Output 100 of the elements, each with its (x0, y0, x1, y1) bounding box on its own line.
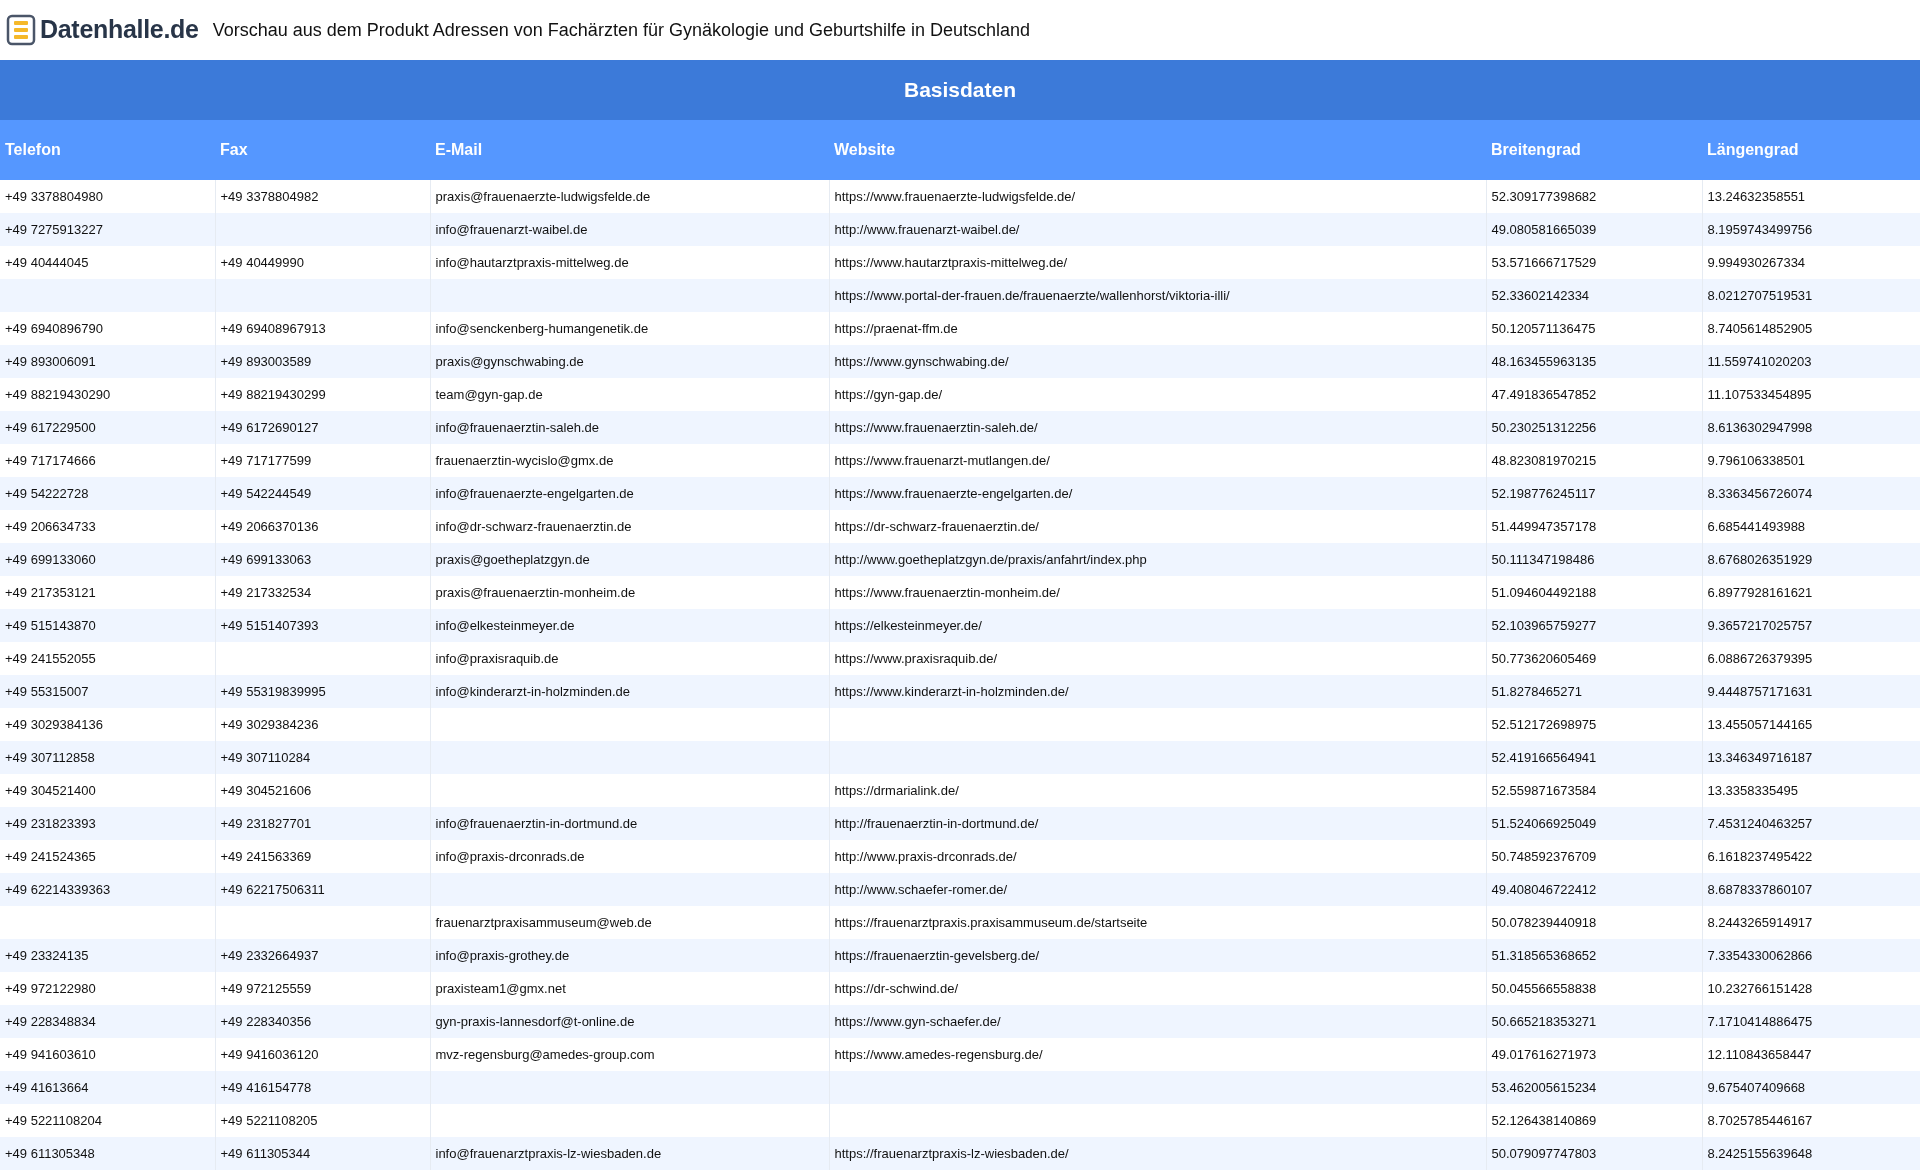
table-cell: 8.1959743499756 (1702, 213, 1920, 246)
table-cell: +49 2332664937 (215, 939, 430, 972)
table-cell: 52.198776245117 (1486, 477, 1702, 510)
table-cell: 8.3363456726074 (1702, 477, 1920, 510)
table-cell: +49 307110284 (215, 741, 430, 774)
table-cell: 51.8278465271 (1486, 675, 1702, 708)
table-cell: +49 893003589 (215, 345, 430, 378)
table-cell: +49 55319839995 (215, 675, 430, 708)
table-cell: praxis@goetheplatzgyn.de (430, 543, 829, 576)
column-header: Telefon (0, 120, 215, 180)
table-cell: +49 3378804980 (0, 180, 215, 213)
table-cell: info@frauenaerztin-in-dortmund.de (430, 807, 829, 840)
table-cell: 9.3657217025757 (1702, 609, 1920, 642)
table-cell: info@frauenarztpraxis-lz-wiesbaden.de (430, 1137, 829, 1170)
table-cell: 52.33602142334 (1486, 279, 1702, 312)
table-cell: 53.462005615234 (1486, 1071, 1702, 1104)
table-cell: +49 611305344 (215, 1137, 430, 1170)
table-cell: +49 88219430290 (0, 378, 215, 411)
table-cell: 7.1710414886475 (1702, 1005, 1920, 1038)
table-cell: https://frauenarztpraxis-lz-wiesbaden.de/ (829, 1137, 1486, 1170)
table-cell: https://frauenaerztin-gevelsberg.de/ (829, 939, 1486, 972)
table-cell: 50.079097747803 (1486, 1137, 1702, 1170)
table-cell: https://www.portal-der-frauen.de/frauenaerzte/wallenhorst/viktoria-illi/ (829, 279, 1486, 312)
table-cell: +49 304521400 (0, 774, 215, 807)
table-cell: +49 6940896790 (0, 312, 215, 345)
table-cell: 48.163455963135 (1486, 345, 1702, 378)
table-cell: +49 972122980 (0, 972, 215, 1005)
table-cell: 8.6878337860107 (1702, 873, 1920, 906)
logo-text: Datenhalle.de (40, 14, 199, 46)
table-cell: +49 611305348 (0, 1137, 215, 1170)
group-header: Basisdaten (0, 60, 1920, 120)
table-cell: https://elkesteinmeyer.de/ (829, 609, 1486, 642)
table-cell: info@kinderarzt-in-holzminden.de (430, 675, 829, 708)
table-cell: +49 941603610 (0, 1038, 215, 1071)
table-cell: 7.3354330062866 (1702, 939, 1920, 972)
table-cell: https://www.gyn-schaefer.de/ (829, 1005, 1486, 1038)
table-cell: +49 217353121 (0, 576, 215, 609)
table-cell: +49 515143870 (0, 609, 215, 642)
table-cell: +49 416154778 (215, 1071, 430, 1104)
table-cell: info@frauenaerztin-saleh.de (430, 411, 829, 444)
table-cell: +49 542244549 (215, 477, 430, 510)
table-cell: +49 699133063 (215, 543, 430, 576)
table-cell: 50.111347198486 (1486, 543, 1702, 576)
table-cell: +49 717174666 (0, 444, 215, 477)
column-header: Website (829, 120, 1486, 180)
table-cell: +49 62217506311 (215, 873, 430, 906)
table-cell: +49 5151407393 (215, 609, 430, 642)
logo-icon (6, 14, 36, 46)
table-cell: https://www.frauenaerztin-saleh.de/ (829, 411, 1486, 444)
table-cell: https://www.kinderarzt-in-holzminden.de/ (829, 675, 1486, 708)
table-cell: +49 206634733 (0, 510, 215, 543)
table-cell: 7.4531240463257 (1702, 807, 1920, 840)
table-cell: +49 7275913227 (0, 213, 215, 246)
table-cell: http://www.frauenarzt-waibel.de/ (829, 213, 1486, 246)
table-cell: +49 54222728 (0, 477, 215, 510)
table-cell: 13.346349716187 (1702, 741, 1920, 774)
table-cell: 51.524066925049 (1486, 807, 1702, 840)
table-cell: info@elkesteinmeyer.de (430, 609, 829, 642)
table-cell: +49 55315007 (0, 675, 215, 708)
table-cell: +49 241552055 (0, 642, 215, 675)
table-cell: info@praxis-grothey.de (430, 939, 829, 972)
table-cell: http://www.goetheplatzgyn.de/praxis/anfahrt/index.php (829, 543, 1486, 576)
table-cell: +49 231823393 (0, 807, 215, 840)
table-cell: 9.675407409668 (1702, 1071, 1920, 1104)
table-cell: 50.230251312256 (1486, 411, 1702, 444)
table-cell: 52.419166564941 (1486, 741, 1702, 774)
table-cell: 51.318565368652 (1486, 939, 1702, 972)
table-cell: 49.080581665039 (1486, 213, 1702, 246)
table-cell: +49 228340356 (215, 1005, 430, 1038)
table-cell: +49 241524365 (0, 840, 215, 873)
column-header: E-Mail (430, 120, 829, 180)
table-cell: http://frauenaerztin-in-dortmund.de/ (829, 807, 1486, 840)
column-header: Längengrad (1702, 120, 1920, 180)
table-cell: gyn-praxis-lannesdorf@t-online.de (430, 1005, 829, 1038)
table-cell: http://www.schaefer-romer.de/ (829, 873, 1486, 906)
table-cell: 8.6768026351929 (1702, 543, 1920, 576)
table-cell: 8.6136302947998 (1702, 411, 1920, 444)
table-cell: +49 617229500 (0, 411, 215, 444)
table-cell: +49 6172690127 (215, 411, 430, 444)
table-cell: info@frauenarzt-waibel.de (430, 213, 829, 246)
table-cell: +49 41613664 (0, 1071, 215, 1104)
table-cell: +49 23324135 (0, 939, 215, 972)
table-cell: +49 699133060 (0, 543, 215, 576)
table-cell: +49 893006091 (0, 345, 215, 378)
table-cell: +49 307112858 (0, 741, 215, 774)
table-cell: 8.0212707519531 (1702, 279, 1920, 312)
table-cell: 50.665218353271 (1486, 1005, 1702, 1038)
page-title: Vorschau aus dem Produkt Adressen von Fachärzten für Gynäkologie und Geburtshilfe in Deutschland (212, 18, 1031, 42)
table-cell: +49 231827701 (215, 807, 430, 840)
table-cell: 9.4448757171631 (1702, 675, 1920, 708)
table-cell: +49 228348834 (0, 1005, 215, 1038)
table-cell: info@frauenaerzte-engelgarten.de (430, 477, 829, 510)
table-cell: 11.559741020203 (1702, 345, 1920, 378)
column-header: Breitengrad (1486, 120, 1702, 180)
table-cell: 8.2425155639648 (1702, 1137, 1920, 1170)
table-cell: https://www.gynschwabing.de/ (829, 345, 1486, 378)
table-cell: +49 5221108204 (0, 1104, 215, 1137)
table-cell: praxis@gynschwabing.de (430, 345, 829, 378)
table-cell: 49.408046722412 (1486, 873, 1702, 906)
column-header: Fax (215, 120, 430, 180)
